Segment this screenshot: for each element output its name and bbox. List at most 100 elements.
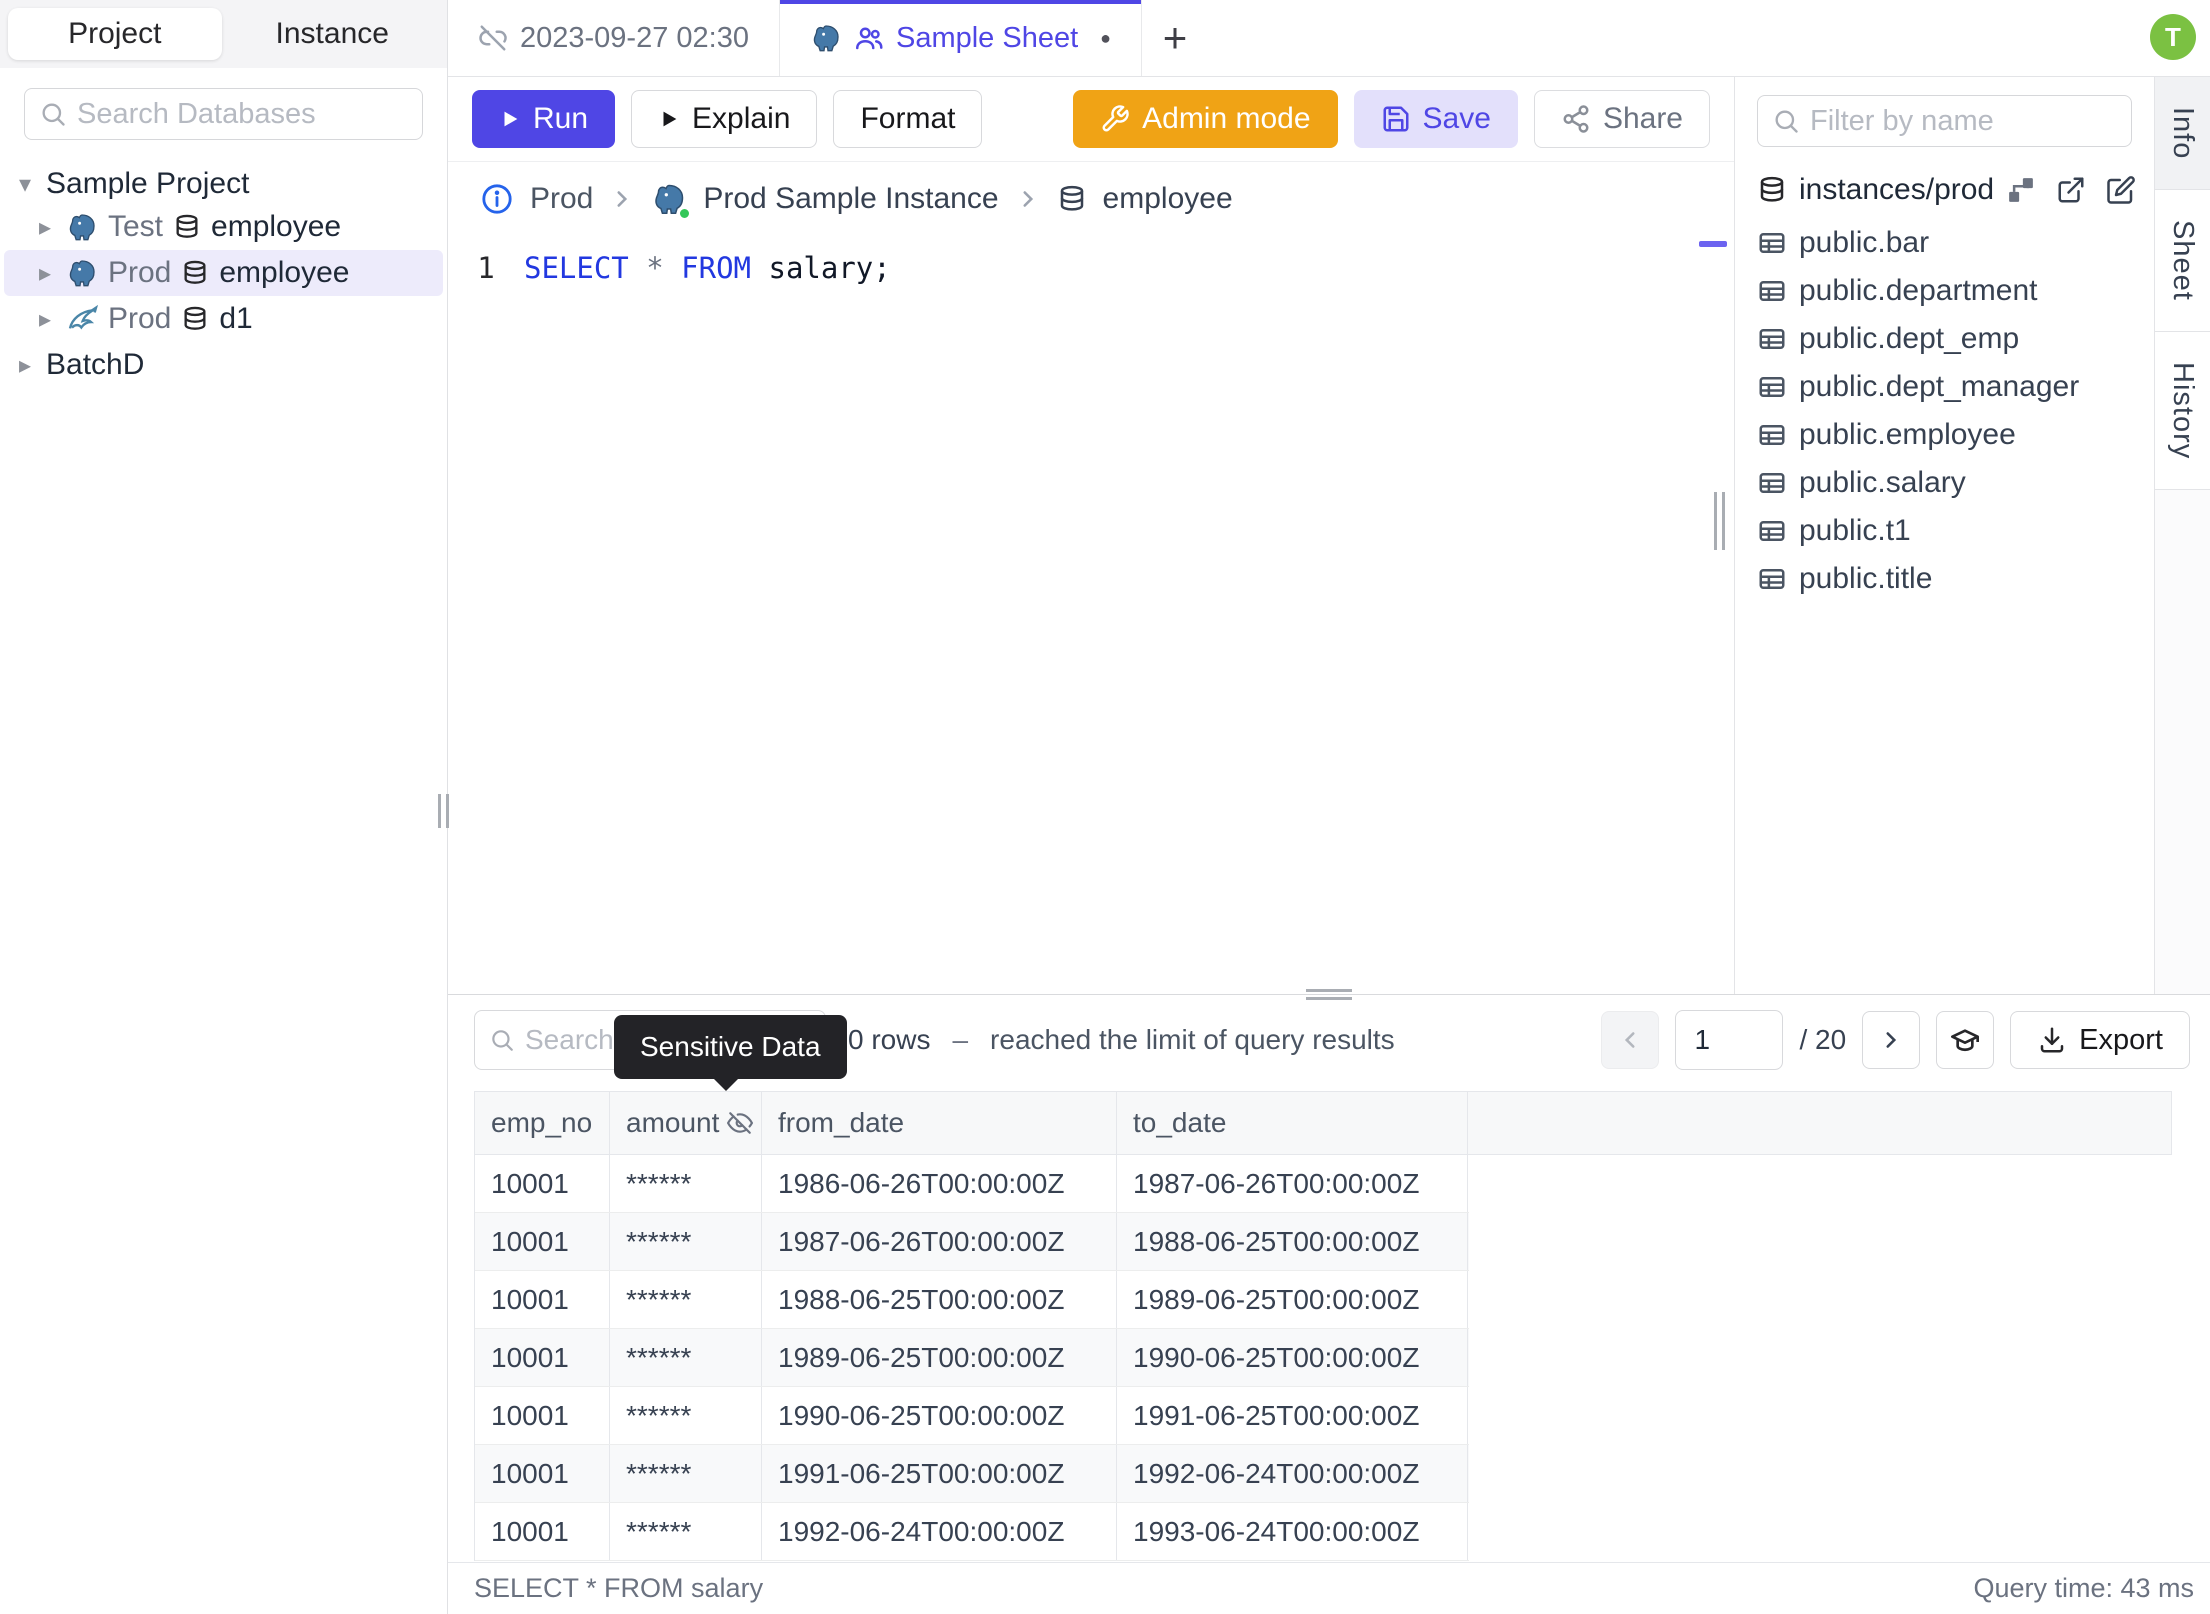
database-name: employee [219,256,350,289]
caret-right-icon[interactable]: ▸ [14,351,36,380]
caret-right-icon[interactable]: ▸ [34,259,56,288]
cell-amount-masked[interactable]: ****** [610,1155,762,1212]
database-search-input[interactable] [77,97,408,131]
eye-off-icon[interactable] [727,1110,754,1136]
table-list-item[interactable]: public.employee [1735,411,2154,459]
tree-node-sample-project[interactable]: ▾ Sample Project [0,164,447,204]
sql-editor[interactable]: 1 SELECT * FROM salary; [448,236,1734,994]
caret-right-icon[interactable]: ▸ [34,213,56,242]
cell-to-date[interactable]: 1988-06-25T00:00:00Z [1117,1213,1468,1270]
schema-filter-input[interactable] [1810,104,2117,138]
column-header[interactable]: to_date [1117,1092,1468,1154]
cell-amount-masked[interactable]: ****** [610,1329,762,1386]
cell-from-date[interactable]: 1989-06-25T00:00:00Z [762,1329,1117,1386]
cell-from-date[interactable]: 1988-06-25T00:00:00Z [762,1271,1117,1328]
sql-star: * [646,251,664,285]
tab-sample-sheet[interactable]: Sample Sheet ● [779,0,1143,76]
cell-emp-no[interactable]: 10001 [475,1155,610,1212]
table-row[interactable]: 10001 ****** 1988-06-25T00:00:00Z 1989-0… [475,1271,1469,1329]
column-header[interactable]: amount [610,1092,762,1154]
avatar[interactable]: T [2150,14,2196,60]
info-icon[interactable] [480,182,514,216]
external-link-icon[interactable] [2056,175,2086,205]
table-row[interactable]: 10001 ****** 1987-06-26T00:00:00Z 1988-0… [475,1213,1469,1271]
results-resize-handle[interactable] [1306,989,1352,1000]
tab-history[interactable]: History [2155,332,2210,491]
cell-emp-no[interactable]: 10001 [475,1503,610,1560]
tree-node-prod-employee[interactable]: ▸ Prod employee [4,250,443,296]
table-list-item[interactable]: public.t1 [1735,507,2154,555]
tree-node-prod-d1[interactable]: ▸ Prod d1 [4,296,443,342]
share-button[interactable]: Share [1533,90,1710,148]
tree-node-batchd[interactable]: ▸ BatchD [0,342,447,388]
table-row[interactable]: 10001 ****** 1990-06-25T00:00:00Z 1991-0… [475,1387,1469,1445]
table-row[interactable]: 10001 ****** 1986-06-26T00:00:00Z 1987-0… [475,1155,1469,1213]
code-line[interactable]: 1 SELECT * FROM salary; [448,246,1734,290]
cell-to-date[interactable]: 1987-06-26T00:00:00Z [1117,1155,1468,1212]
tab-history-sheet[interactable]: 2023-09-27 02:30 [448,0,780,76]
cell-emp-no[interactable]: 10001 [475,1329,610,1386]
tab-sheet[interactable]: Sheet [2155,190,2210,333]
prev-page-button[interactable] [1601,1011,1660,1069]
cell-amount-masked[interactable]: ****** [610,1387,762,1444]
cell-emp-no[interactable]: 10001 [475,1213,610,1270]
cell-from-date[interactable]: 1987-06-26T00:00:00Z [762,1213,1117,1270]
run-button[interactable]: Run [472,90,616,148]
cell-from-date[interactable]: 1991-06-25T00:00:00Z [762,1445,1117,1502]
tab-project[interactable]: Project [8,8,222,60]
tree-node-test-employee[interactable]: ▸ Test employee [4,204,443,250]
table-row[interactable]: 10001 ****** 1992-06-24T00:00:00Z 1993-0… [475,1503,1469,1561]
breadcrumb-environment[interactable]: Prod [530,182,593,216]
tab-instance[interactable]: Instance [226,8,440,60]
table-row[interactable]: 10001 ****** 1989-06-25T00:00:00Z 1990-0… [475,1329,1469,1387]
cell-to-date[interactable]: 1993-06-24T00:00:00Z [1117,1503,1468,1560]
cell-to-date[interactable]: 1989-06-25T00:00:00Z [1117,1271,1468,1328]
table-name: public.bar [1799,226,1930,259]
cell-to-date[interactable]: 1990-06-25T00:00:00Z [1117,1329,1468,1386]
cell-to-date[interactable]: 1992-06-24T00:00:00Z [1117,1445,1468,1502]
caret-right-icon[interactable]: ▸ [34,305,56,334]
sidebar-resize-handle[interactable] [438,794,449,828]
page-number-input[interactable] [1675,1010,1784,1070]
column-header[interactable]: from_date [762,1092,1117,1154]
next-page-button[interactable] [1862,1011,1921,1069]
cell-from-date[interactable]: 1986-06-26T00:00:00Z [762,1155,1117,1212]
breadcrumb-instance[interactable]: Prod Sample Instance [703,182,998,216]
table-list-item[interactable]: public.dept_emp [1735,315,2154,363]
save-button[interactable]: Save [1353,90,1518,148]
admin-mode-button[interactable]: Admin mode [1073,90,1338,148]
table-list-item[interactable]: public.title [1735,555,2154,603]
breadcrumb: Prod Prod Sample Instance employee [448,162,1734,236]
cell-amount-masked[interactable]: ****** [610,1503,762,1560]
schema-diagram-icon[interactable] [2006,175,2036,205]
table-list-item[interactable]: public.dept_manager [1735,363,2154,411]
cell-emp-no[interactable]: 10001 [475,1445,610,1502]
masking-reason-button[interactable] [1936,1011,1995,1069]
table-row[interactable]: 10001 ****** 1991-06-25T00:00:00Z 1992-0… [475,1445,1469,1503]
cell-from-date[interactable]: 1990-06-25T00:00:00Z [762,1387,1117,1444]
cell-amount-masked[interactable]: ****** [610,1213,762,1270]
export-button[interactable]: Export [2010,1011,2190,1069]
cell-amount-masked[interactable]: ****** [610,1445,762,1502]
table-list-item[interactable]: public.salary [1735,459,2154,507]
explain-button[interactable]: Explain [631,90,818,148]
table-list-item[interactable]: public.bar [1735,219,2154,267]
caret-down-icon[interactable]: ▾ [14,170,36,199]
cell-amount-masked[interactable]: ****** [610,1271,762,1328]
postgres-icon [651,181,692,220]
panel-resize-handle[interactable] [1714,492,1725,550]
cell-emp-no[interactable]: 10001 [475,1387,610,1444]
cell-to-date[interactable]: 1991-06-25T00:00:00Z [1117,1387,1468,1444]
schema-filter[interactable] [1757,95,2132,147]
database-search[interactable] [24,88,423,140]
column-header[interactable]: emp_no [475,1092,610,1154]
format-button[interactable]: Format [833,90,983,148]
table-list-item[interactable]: public.department [1735,267,2154,315]
cell-emp-no[interactable]: 10001 [475,1271,610,1328]
new-tab-button[interactable]: + [1142,0,1208,76]
graduation-cap-icon [1949,1024,1981,1056]
breadcrumb-database[interactable]: employee [1103,182,1233,216]
tab-info[interactable]: Info [2155,77,2210,191]
edit-icon[interactable] [2106,175,2136,205]
cell-from-date[interactable]: 1992-06-24T00:00:00Z [762,1503,1117,1560]
